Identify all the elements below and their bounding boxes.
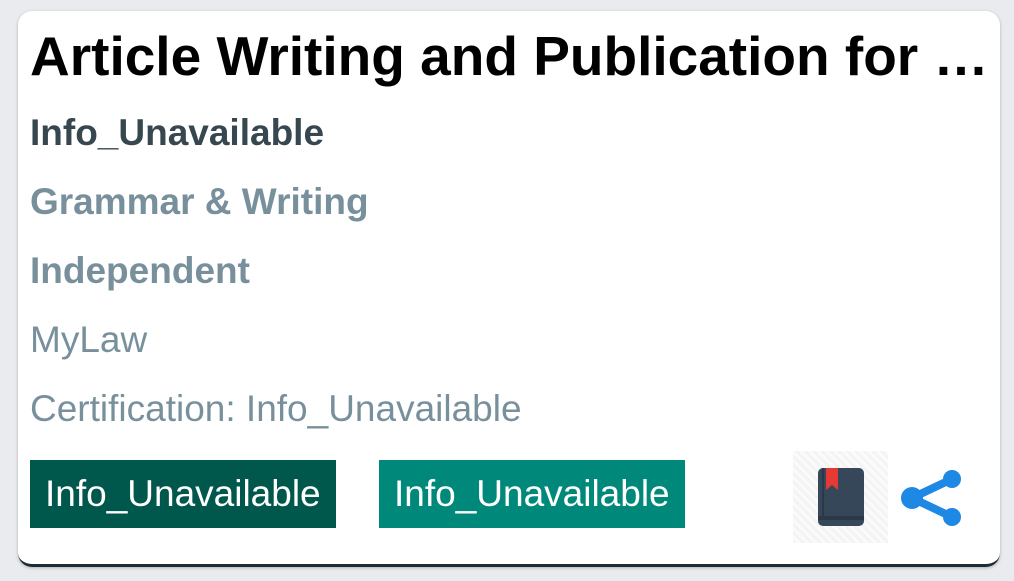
bookmark-button[interactable] — [793, 451, 888, 543]
course-provider: MyLaw — [30, 319, 148, 360]
book-bookmark-icon — [817, 468, 864, 526]
course-certification: Certification: Info_Unavailable — [30, 388, 522, 429]
course-category: Grammar & Writing — [30, 181, 369, 222]
course-card[interactable]: Article Writing and Publication for Lawy… — [18, 11, 1000, 567]
tag-badge-secondary: Info_Unavailable — [379, 460, 685, 528]
share-button[interactable] — [898, 463, 968, 533]
tag-badge-primary: Info_Unavailable — [30, 460, 336, 528]
share-icon — [901, 470, 961, 526]
course-type: Independent — [30, 250, 250, 291]
course-title[interactable]: Article Writing and Publication for Lawy… — [30, 25, 990, 87]
course-author: Info_Unavailable — [30, 112, 325, 153]
